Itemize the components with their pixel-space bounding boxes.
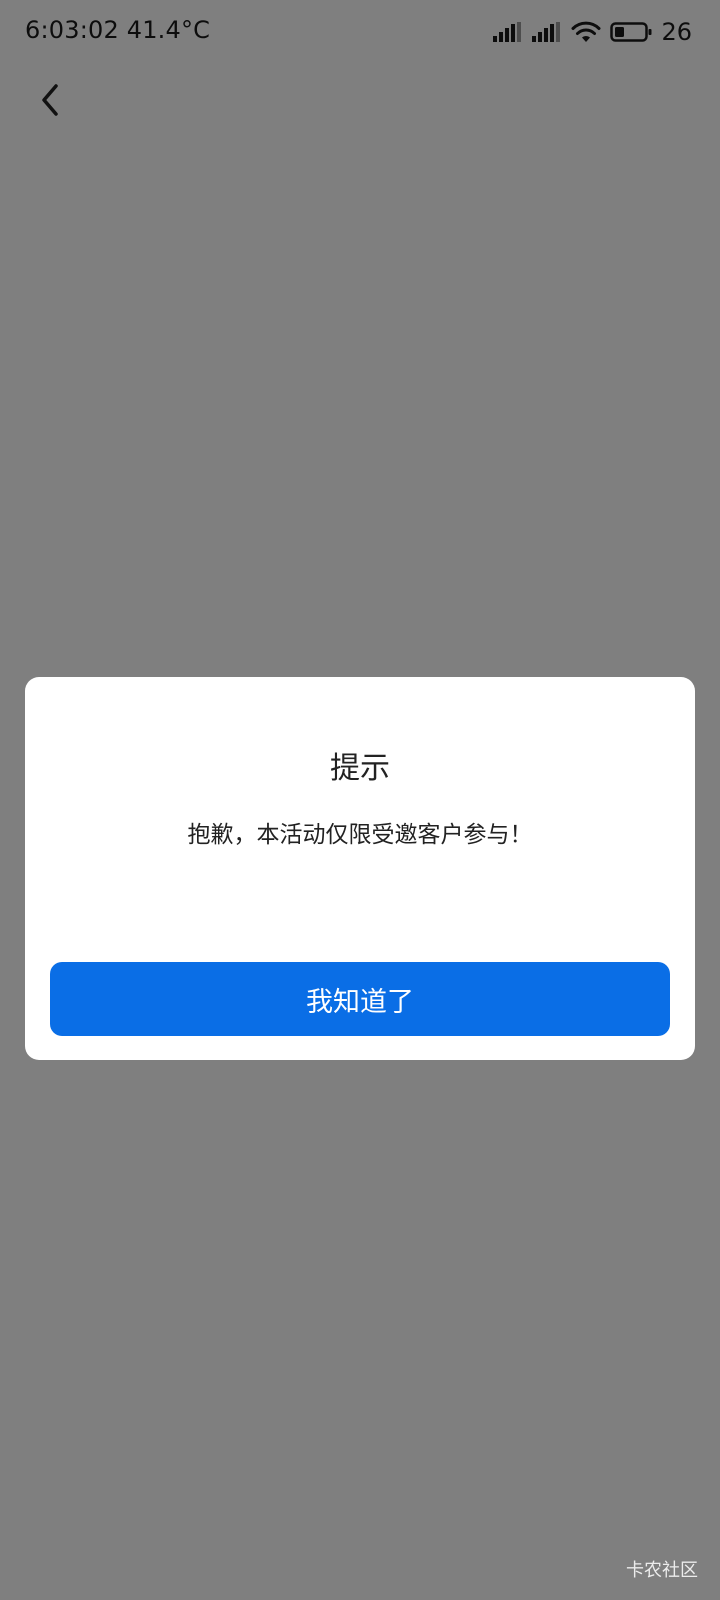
alert-dialog: 提示 抱歉，本活动仅限受邀客户参与！ 我知道了 — [25, 677, 695, 1060]
dialog-message: 抱歉，本活动仅限受邀客户参与！ — [187, 822, 533, 848]
app-screen: 6:03:02 41.4°C — [0, 0, 720, 1600]
watermark: 卡农社区 — [626, 1560, 698, 1581]
confirm-button[interactable]: 我知道了 — [50, 962, 670, 1036]
dialog-title: 提示 — [330, 751, 390, 786]
